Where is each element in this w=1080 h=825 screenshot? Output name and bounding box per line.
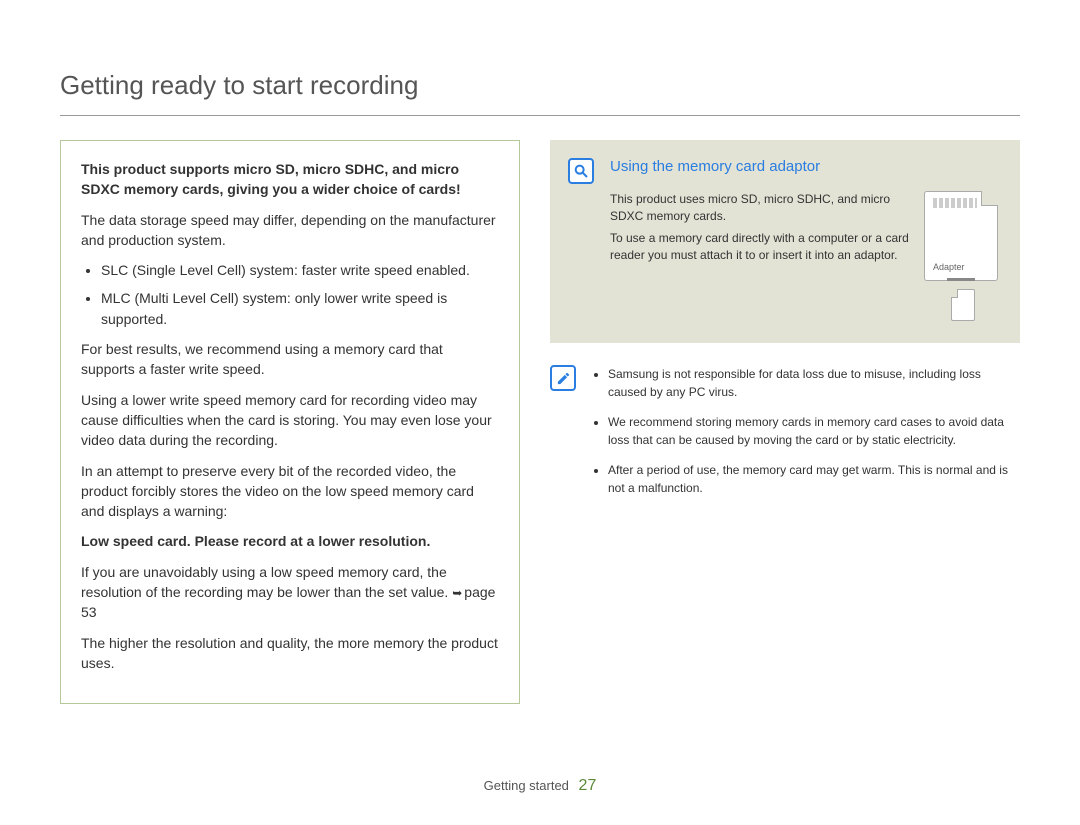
adapter-label: Adapter bbox=[933, 262, 965, 272]
sd-adapter-illustration: Adapter bbox=[924, 191, 1002, 321]
intro-bold-text: This product supports micro SD, micro SD… bbox=[81, 159, 499, 200]
info-notes-row: Samsung is not responsible for data loss… bbox=[550, 365, 1020, 509]
left-column: This product supports micro SD, micro SD… bbox=[60, 140, 520, 704]
footer-section-label: Getting started bbox=[484, 778, 569, 793]
paragraph-preserve: In an attempt to preserve every bit of t… bbox=[81, 461, 499, 522]
list-item: After a period of use, the memory card m… bbox=[608, 461, 1020, 497]
paragraph-unavoidably: If you are unavoidably using a low speed… bbox=[81, 562, 499, 623]
list-item: We recommend storing memory cards in mem… bbox=[608, 413, 1020, 449]
info-bullet-list: Samsung is not responsible for data loss… bbox=[592, 365, 1020, 509]
list-item: MLC (Multi Level Cell) system: only lowe… bbox=[101, 288, 499, 329]
paragraph-higher-res: The higher the resolution and quality, t… bbox=[81, 633, 499, 674]
memory-card-note-box: This product supports micro SD, micro SD… bbox=[60, 140, 520, 704]
right-column: Using the memory card adaptor This produ… bbox=[550, 140, 1020, 704]
footer-page-number: 27 bbox=[579, 777, 597, 794]
paragraph-speed-differ: The data storage speed may differ, depen… bbox=[81, 210, 499, 251]
paragraph-best-results: For best results, we recommend using a m… bbox=[81, 339, 499, 380]
list-item: Samsung is not responsible for data loss… bbox=[608, 365, 1020, 401]
page-title: Getting ready to start recording bbox=[60, 70, 1020, 116]
list-item: SLC (Single Level Cell) system: faster w… bbox=[101, 260, 499, 280]
magnifier-icon bbox=[568, 158, 594, 184]
two-column-layout: This product supports micro SD, micro SD… bbox=[60, 140, 1020, 704]
adaptor-callout-title: Using the memory card adaptor bbox=[610, 158, 1002, 175]
adaptor-callout-box: Using the memory card adaptor This produ… bbox=[550, 140, 1020, 343]
adaptor-callout-text: This product uses micro SD, micro SDHC, … bbox=[610, 191, 910, 269]
cell-system-list: SLC (Single Level Cell) system: faster w… bbox=[95, 260, 499, 329]
page-footer: Getting started 27 bbox=[0, 777, 1080, 795]
note-pencil-icon bbox=[550, 365, 576, 391]
paragraph-lower-speed: Using a lower write speed memory card fo… bbox=[81, 390, 499, 451]
low-speed-warning: Low speed card. Please record at a lower… bbox=[81, 531, 499, 551]
